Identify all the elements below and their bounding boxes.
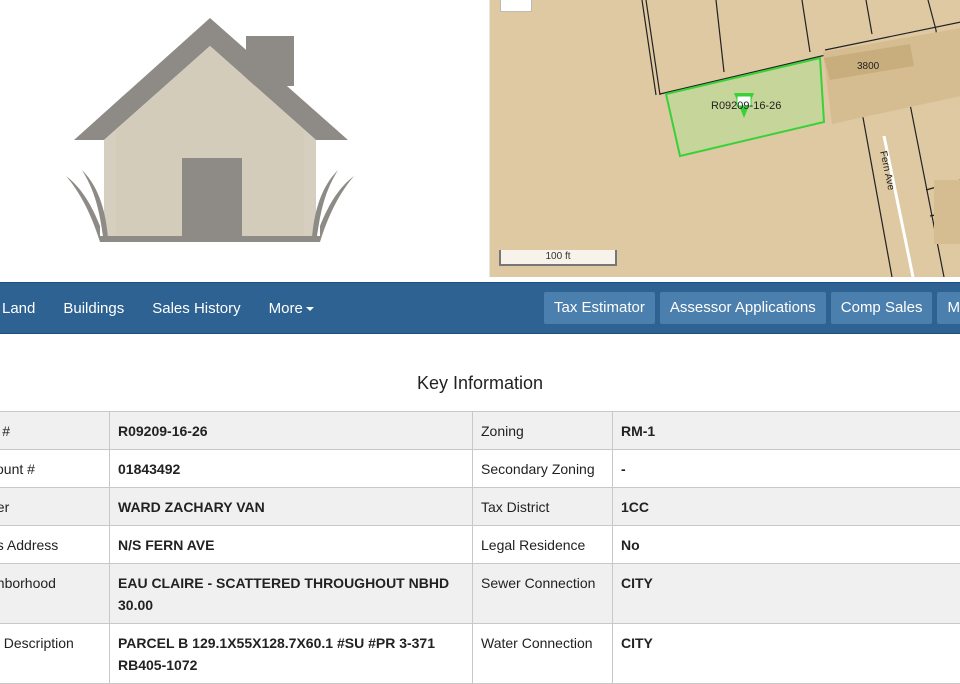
row-value: N/S FERN AVE	[110, 526, 473, 564]
row-value: -	[613, 450, 960, 488]
navbar: Land Buildings Sales History More Tax Es…	[0, 282, 960, 334]
comp-sales-button[interactable]: Comp Sales	[831, 292, 933, 324]
nav-more-label: More	[269, 300, 303, 317]
row-label: ner	[0, 488, 110, 526]
table-row: us AddressN/S FERN AVELegal ResidenceNo	[0, 526, 960, 564]
row-value: 1CC	[613, 488, 960, 526]
row-label: Secondary Zoning	[473, 450, 613, 488]
nav-left-group: Land Buildings Sales History More	[0, 283, 328, 333]
table-row: S #R09209-16-26ZoningRM-1	[0, 412, 960, 450]
row-label: Legal Residence	[473, 526, 613, 564]
parcel-map[interactable]: R09209-16-26 3800 Fern Ave 100 ft	[489, 0, 960, 277]
nav-land[interactable]: Land	[0, 300, 49, 317]
nav-sales-history[interactable]: Sales History	[138, 300, 254, 317]
parcel-label[interactable]: R09209-16-26	[711, 100, 781, 112]
table-row: al DescriptionPARCEL B 129.1X55X128.7X60…	[0, 624, 960, 684]
row-label: S #	[0, 412, 110, 450]
row-value: EAU CLAIRE - SCATTERED THROUGHOUT NBHD 3…	[110, 564, 473, 624]
tax-estimator-button[interactable]: Tax Estimator	[544, 292, 655, 324]
table-row: nerWARD ZACHARY VANTax District1CC	[0, 488, 960, 526]
map-zoom-control[interactable]	[500, 0, 532, 12]
lot-label: 3800	[857, 61, 879, 72]
nav-right-group: Tax Estimator Assessor Applications Comp…	[544, 292, 960, 324]
property-hero: R09209-16-26 3800 Fern Ave 100 ft	[0, 0, 960, 282]
row-value: WARD ZACHARY VAN	[110, 488, 473, 526]
row-label: al Description	[0, 624, 110, 684]
row-value: R09209-16-26	[110, 412, 473, 450]
nav-buildings[interactable]: Buildings	[49, 300, 138, 317]
row-value: CITY	[613, 564, 960, 624]
row-label: Sewer Connection	[473, 564, 613, 624]
section-title: Key Information	[0, 373, 960, 394]
row-value: CITY	[613, 624, 960, 684]
table-row: ghborhoodEAU CLAIRE - SCATTERED THROUGHO…	[0, 564, 960, 624]
caret-down-icon	[306, 307, 314, 311]
row-label: Tax District	[473, 488, 613, 526]
row-label: ghborhood	[0, 564, 110, 624]
row-value: 01843492	[110, 450, 473, 488]
row-value: PARCEL B 129.1X55X128.7X60.1 #SU #PR 3-3…	[110, 624, 473, 684]
map-scale-bar: 100 ft	[499, 250, 617, 266]
key-information-table: S #R09209-16-26ZoningRM-1count #01843492…	[0, 411, 960, 684]
row-value: RM-1	[613, 412, 960, 450]
assessor-applications-button[interactable]: Assessor Applications	[660, 292, 826, 324]
row-label: Zoning	[473, 412, 613, 450]
house-icon	[60, 10, 360, 250]
nav-more-dropdown[interactable]: More	[255, 300, 328, 317]
row-label: us Address	[0, 526, 110, 564]
row-label: Water Connection	[473, 624, 613, 684]
row-value: No	[613, 526, 960, 564]
table-row: count #01843492Secondary Zoning-	[0, 450, 960, 488]
row-label: count #	[0, 450, 110, 488]
map-canvas[interactable]	[490, 0, 960, 277]
more-button-truncated[interactable]: Mo	[937, 292, 960, 324]
